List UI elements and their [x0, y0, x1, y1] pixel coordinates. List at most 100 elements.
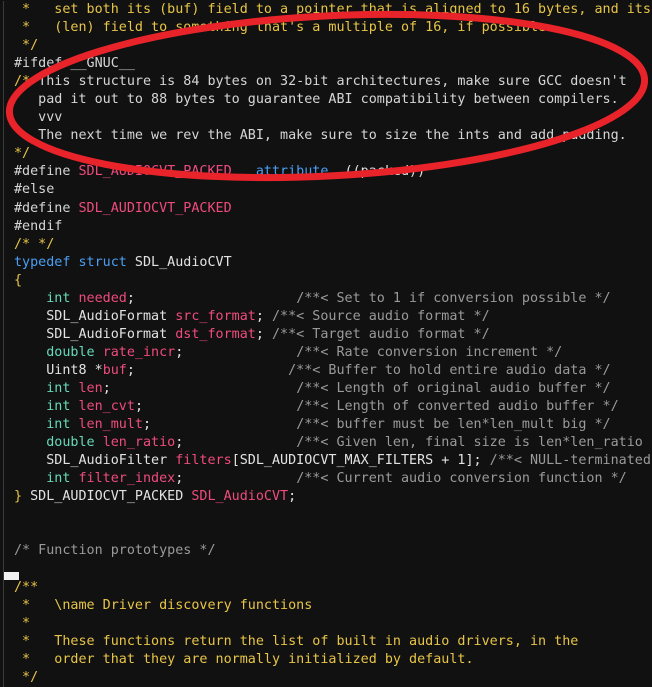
code-line[interactable]: int len; /**< Length of original audio b…	[0, 379, 652, 399]
code-token: /**< Target audio format */	[272, 326, 490, 342]
code-token: /*	[14, 74, 39, 90]
code-line[interactable]: SDL_AudioFormat src_format; /**< Source …	[0, 307, 652, 326]
code-line[interactable]	[0, 560, 652, 579]
code-token: */	[14, 669, 39, 685]
code-token: ;	[134, 399, 143, 415]
code-editor-pane[interactable]: * set both its (buf) field to a pointer …	[0, 0, 652, 687]
code-line[interactable]: #else	[0, 181, 652, 200]
code-token: len	[78, 380, 103, 396]
code-line[interactable]: Uint8 *buf; /**< Buffer to hold entire a…	[0, 361, 652, 381]
code-line[interactable]: int filter_index; /**< Current audio con…	[0, 470, 652, 489]
code-line[interactable]: */	[0, 145, 652, 164]
code-token: [SDL_AUDIOCVT_MAX_FILTERS + 1];	[231, 453, 490, 469]
code-token: Uint8 *	[46, 362, 103, 378]
code-line[interactable]: /* Function prototypes */	[0, 542, 652, 561]
code-token: /**	[14, 579, 39, 595]
code-token: SDL_AUDIOCVT_PACKED	[78, 200, 232, 216]
code-token: /* */	[14, 236, 55, 252]
code-text-area[interactable]: * set both its (buf) field to a pointer …	[0, 0, 652, 687]
code-line[interactable]: typedef struct SDL_AudioCVT	[0, 253, 652, 272]
code-line[interactable]: The next time we rev the ABI, make sure …	[0, 127, 652, 146]
code-line[interactable]: int len_cvt; /**< Length of converted au…	[0, 398, 652, 417]
code-token: filters	[175, 453, 232, 469]
code-line[interactable]: * These functions return the list of bui…	[0, 632, 652, 651]
code-line[interactable]: */	[0, 37, 652, 56]
code-line[interactable]	[0, 506, 652, 525]
code-line[interactable]: double len_ratio; /**< Given len, final …	[0, 434, 652, 453]
code-token: }	[14, 489, 31, 505]
code-token: SDL_AudioCVT	[191, 489, 289, 505]
code-token: /**< Rate conversion increment */	[296, 344, 563, 360]
code-line[interactable]: {	[0, 271, 652, 290]
code-line[interactable]: #endif	[0, 217, 652, 236]
code-line[interactable]: int needed; /**< Set to 1 if conversion …	[0, 289, 652, 308]
code-token: int	[46, 380, 71, 396]
code-token: SDL_AudioFormat	[46, 326, 176, 342]
code-line[interactable]: SDL_AudioFilter filters[SDL_AUDIOCVT_MAX…	[0, 452, 652, 471]
code-token: #else	[14, 182, 55, 198]
code-token: buf	[102, 362, 127, 378]
code-token: vvv	[14, 110, 63, 126]
code-token: struct	[78, 254, 127, 270]
code-line[interactable]	[0, 524, 652, 543]
code-line[interactable]: */	[0, 668, 652, 687]
code-token: * (len) field to something that's a mult…	[14, 20, 555, 36]
code-token: ;	[255, 308, 272, 324]
code-line[interactable]: #define SDL_AUDIOCVT_PACKED __attribute_…	[0, 163, 652, 182]
code-token: SDL_AUDIOCVT_PACKED	[30, 489, 184, 505]
code-line[interactable]: #define SDL_AUDIOCVT_PACKED	[0, 199, 652, 218]
code-token: This structure is 84 bytes on 32-bit arc…	[38, 74, 627, 90]
code-line[interactable]: /**	[0, 578, 652, 597]
code-line[interactable]: /* This structure is 84 bytes on 32-bit …	[0, 73, 652, 92]
code-token: ;	[143, 417, 152, 433]
code-line[interactable]: * \name Driver discovery functions	[0, 596, 652, 615]
code-token: SDL_AudioFilter	[46, 453, 176, 469]
code-token: ;	[126, 362, 135, 378]
code-token: len_mult	[78, 417, 144, 433]
code-token: double	[46, 344, 95, 360]
code-token: #ifdef __GNUC__	[14, 56, 135, 72]
code-token: * \name Driver discovery functions	[14, 597, 313, 613]
code-line[interactable]: * set both its (buf) field to a pointer …	[0, 1, 652, 20]
code-token: src_format	[175, 308, 256, 324]
code-line[interactable]: * (len) field to something that's a mult…	[0, 19, 652, 38]
code-token: #endif	[14, 218, 63, 234]
code-token: dst_format	[175, 326, 256, 342]
code-line[interactable]: *	[0, 614, 652, 633]
code-line[interactable]: } SDL_AUDIOCVT_PACKED SDL_AudioCVT;	[0, 488, 652, 507]
code-token: /**< buffer must be len*len_mult big */	[296, 417, 611, 433]
code-line[interactable]: vvv	[0, 109, 652, 128]
code-line[interactable]: double rate_incr; /**< Rate conversion i…	[0, 343, 652, 362]
code-line[interactable]: * order that they are normally initializ…	[0, 650, 652, 669]
code-token: /**< Set to 1 if conversion possible */	[296, 290, 611, 306]
code-line[interactable]: SDL_AudioFormat dst_format; /**< Target …	[0, 325, 652, 344]
code-token: /**< Given len, final size is len*len_ra…	[296, 435, 652, 451]
code-token: *	[14, 615, 31, 631]
code-line[interactable]: int len_mult; /**< buffer must be len*le…	[0, 416, 652, 435]
code-token: ;	[102, 380, 111, 396]
code-token: /**< Buffer to hold entire audio data */	[288, 362, 611, 378]
code-token: /**< Current audio conversion function *…	[296, 471, 627, 487]
code-line[interactable]: #ifdef __GNUC__	[0, 55, 652, 74]
code-line[interactable]: pad it out to 88 bytes to guarantee ABI …	[0, 91, 652, 110]
code-token: int	[46, 471, 71, 487]
code-token: pad it out to 88 bytes to guarantee ABI …	[14, 92, 619, 108]
code-token: int	[46, 399, 71, 415]
code-line[interactable]: /* */	[0, 235, 652, 254]
